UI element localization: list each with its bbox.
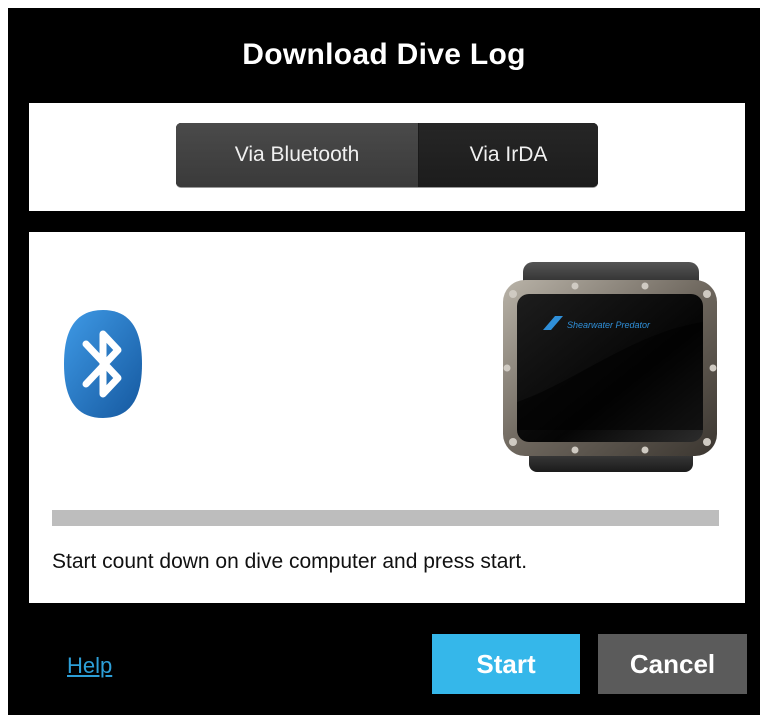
download-dive-log-dialog: Download Dive Log Via Bluetooth Via IrDA xyxy=(8,8,760,715)
device-brand-text: Shearwater Predator xyxy=(567,320,651,330)
download-progress-bar xyxy=(52,510,719,526)
cancel-button[interactable]: Cancel xyxy=(598,634,747,694)
dialog-title: Download Dive Log xyxy=(242,38,526,71)
status-message: Start count down on dive computer and pr… xyxy=(52,550,528,573)
connection-segmented-control: Via Bluetooth Via IrDA xyxy=(176,123,598,187)
start-button[interactable]: Start xyxy=(432,634,580,694)
tab-via-irda[interactable]: Via IrDA xyxy=(419,123,598,187)
bluetooth-icon xyxy=(64,310,142,418)
dive-computer-image: Shearwater Predator xyxy=(503,262,717,472)
connection-tab-panel: Via Bluetooth Via IrDA xyxy=(29,103,745,211)
download-content-panel: Shearwater Predator Start count down on … xyxy=(29,232,745,603)
tab-via-bluetooth[interactable]: Via Bluetooth xyxy=(176,123,419,187)
help-link[interactable]: Help xyxy=(67,653,112,679)
